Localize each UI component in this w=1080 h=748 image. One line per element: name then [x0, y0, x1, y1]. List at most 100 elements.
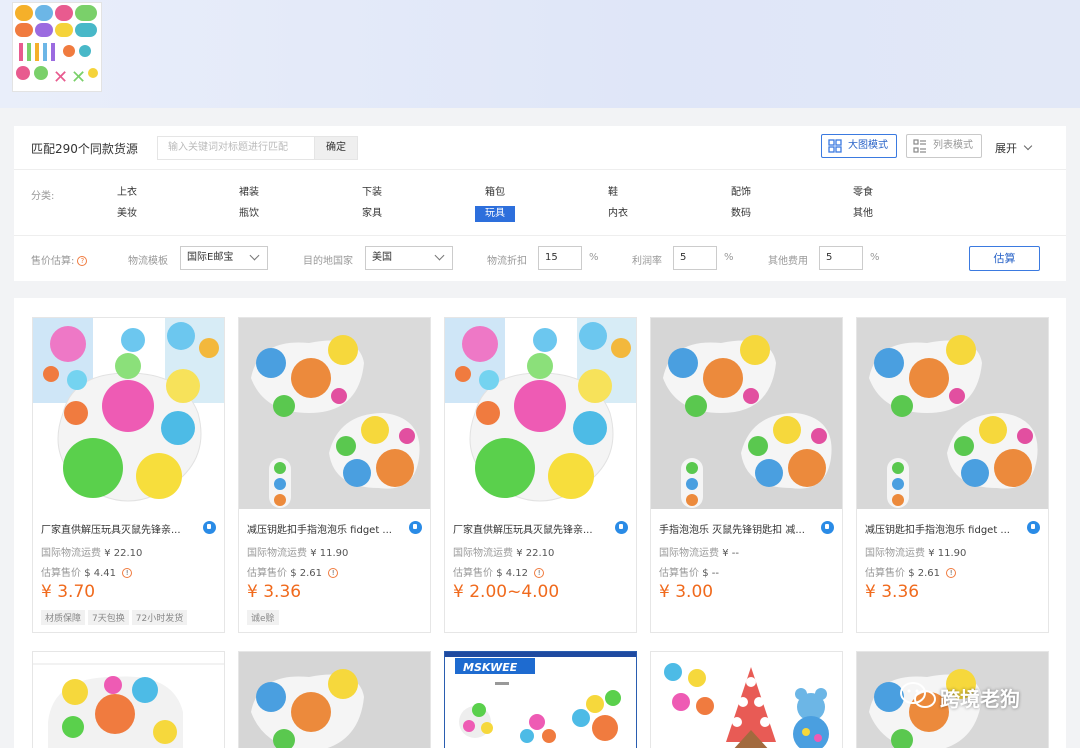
estimated-price-label: 估算售价	[247, 568, 287, 579]
category-item[interactable]: 其他	[850, 206, 876, 222]
estimated-price-label: 估算售价	[41, 568, 81, 579]
info-icon[interactable]: ?	[77, 256, 88, 266]
category-item[interactable]: 配饰	[728, 185, 754, 201]
category-item-active[interactable]: 玩具	[475, 206, 515, 222]
shipping-fee: 国际物流运费 ¥ 22.10	[453, 544, 554, 559]
product-image[interactable]	[857, 318, 1048, 509]
product-card[interactable]: 减压钥匙扣手指泡泡乐 fidget ... 国际物流运费 ¥ 11.90 估算售…	[856, 317, 1049, 633]
shipping-fee: 国际物流运费 ¥ 11.90	[247, 544, 348, 559]
svg-text:✕: ✕	[71, 67, 86, 88]
shipping-fee-label: 国际物流运费	[453, 548, 513, 559]
info-icon[interactable]: !	[534, 568, 545, 578]
shipping-fee-value: ¥ 22.10	[516, 548, 555, 559]
service-tag: 诚e赊	[247, 610, 279, 625]
expand-toggle[interactable]: 展开	[995, 140, 1033, 156]
info-icon[interactable]: !	[946, 568, 957, 578]
estimated-price-value: $ 4.12	[496, 568, 528, 579]
other-fee-percent: %	[870, 252, 880, 263]
category-item[interactable]: 零食	[850, 185, 876, 201]
category-item[interactable]: 箱包	[482, 185, 508, 201]
discount-percent: %	[589, 252, 599, 263]
product-card[interactable]: 手指泡泡乐 灭鼠先锋钥匙扣 减... 国际物流运费 ¥ -- 估算售价 $ --…	[650, 317, 843, 633]
product-price: ¥ 2.00~4.00	[453, 582, 560, 602]
confirm-button[interactable]: 确定	[314, 136, 358, 160]
estimated-price: 估算售价 $ 2.61 !	[865, 564, 957, 579]
shipping-fee: 国际物流运费 ¥ 22.10	[41, 544, 142, 559]
service-tag: 7天包换	[88, 610, 129, 625]
estimated-price: 估算售价 $ 4.41 !	[41, 564, 133, 579]
filter-panel: 匹配290个同款货源 输入关键词对标题进行匹配 确定 大图模式 列表模式 展开 …	[14, 126, 1066, 281]
estimated-price-value: $ 2.61	[290, 568, 322, 579]
info-icon[interactable]: !	[328, 568, 339, 578]
estimated-price-label: 估算售价	[659, 568, 699, 579]
product-image[interactable]	[33, 652, 225, 748]
list-mode-button[interactable]: 列表模式	[906, 134, 982, 158]
estimated-price-value: $ --	[702, 568, 719, 579]
category-label: 分类:	[31, 191, 55, 202]
shipping-fee-label: 国际物流运费	[41, 548, 101, 559]
estimate-label: 售价估算:?	[31, 252, 88, 267]
estimate-button[interactable]: 估算	[969, 246, 1040, 271]
category-item[interactable]: 家具	[359, 206, 385, 222]
watermark-text: 跨境老狗	[940, 687, 1020, 711]
logistics-template-select[interactable]: 国际E邮宝	[180, 246, 268, 270]
category-row: 分类: 上衣 裙装 下装 箱包 鞋 配饰 零食 美妆 瓶饮 家具 玩具 内衣 数…	[14, 170, 1066, 236]
product-card[interactable]: MSKWEE	[444, 651, 637, 748]
profit-input[interactable]: 5	[673, 246, 717, 270]
product-thumbnail[interactable]: ✕ ✕	[12, 2, 102, 92]
product-image[interactable]	[445, 318, 636, 509]
big-image-mode-button[interactable]: 大图模式	[821, 134, 897, 158]
category-item[interactable]: 瓶饮	[236, 206, 262, 222]
estimated-price-label: 估算售价	[453, 568, 493, 579]
wechat-icon	[900, 682, 936, 708]
brand-label: MSKWEE	[463, 661, 518, 674]
svg-text:✕: ✕	[53, 67, 68, 88]
category-item[interactable]: 下装	[359, 185, 385, 201]
product-card[interactable]	[650, 651, 843, 748]
product-card[interactable]: 减压钥匙扣手指泡泡乐 fidget ... 国际物流运费 ¥ 11.90 估算售…	[238, 317, 431, 633]
supplier-badge-icon	[821, 521, 834, 534]
product-price: ¥ 3.36	[247, 582, 302, 602]
grid-icon	[828, 139, 842, 153]
shipping-fee-label: 国际物流运费	[659, 548, 719, 559]
product-card[interactable]	[238, 651, 431, 748]
product-title[interactable]: 厂家直供解压玩具灭鼠先锋亲...	[453, 521, 603, 536]
product-price: ¥ 3.70	[41, 582, 96, 602]
category-item[interactable]: 裙装	[236, 185, 262, 201]
product-image[interactable]	[239, 652, 431, 748]
destination-select[interactable]: 美国	[365, 246, 453, 270]
category-item[interactable]: 上衣	[114, 185, 140, 201]
shipping-fee-label: 国际物流运费	[865, 548, 925, 559]
product-card[interactable]: 厂家直供解压玩具灭鼠先锋亲... 国际物流运费 ¥ 22.10 估算售价 $ 4…	[444, 317, 637, 633]
header-banner: ✕ ✕	[0, 0, 1080, 108]
supplier-badge-icon	[1027, 521, 1040, 534]
info-icon[interactable]: !	[122, 568, 133, 578]
product-title[interactable]: 减压钥匙扣手指泡泡乐 fidget ...	[247, 521, 397, 536]
product-image[interactable]	[239, 318, 430, 509]
category-item[interactable]: 内衣	[605, 206, 631, 222]
product-image[interactable]	[651, 318, 842, 509]
estimated-price-value: $ 4.41	[84, 568, 116, 579]
product-image[interactable]: MSKWEE	[445, 652, 637, 748]
keyword-input[interactable]: 输入关键词对标题进行匹配	[157, 136, 315, 160]
product-image[interactable]	[33, 318, 224, 509]
supplier-badge-icon	[203, 521, 216, 534]
product-card[interactable]	[32, 651, 225, 748]
match-row: 匹配290个同款货源 输入关键词对标题进行匹配 确定 大图模式 列表模式 展开	[14, 126, 1066, 170]
service-tags: 材质保障 7天包换 72小时发货	[41, 610, 190, 625]
category-item[interactable]: 数码	[728, 206, 754, 222]
product-title[interactable]: 减压钥匙扣手指泡泡乐 fidget ...	[865, 521, 1015, 536]
product-title[interactable]: 手指泡泡乐 灭鼠先锋钥匙扣 减...	[659, 521, 809, 536]
product-image[interactable]	[651, 652, 843, 748]
chevron-down-icon	[1023, 141, 1033, 151]
big-mode-label: 大图模式	[848, 140, 888, 151]
product-card[interactable]: 厂家直供解压玩具灭鼠先锋亲... 国际物流运费 ¥ 22.10 估算售价 $ 4…	[32, 317, 225, 633]
product-title[interactable]: 厂家直供解压玩具灭鼠先锋亲...	[41, 521, 191, 536]
other-fee-input[interactable]: 5	[819, 246, 863, 270]
category-item[interactable]: 鞋	[605, 185, 621, 201]
profit-percent: %	[724, 252, 734, 263]
profit-label: 利润率	[632, 256, 662, 267]
category-item[interactable]: 美妆	[114, 206, 140, 222]
match-count-title: 匹配290个同款货源	[31, 142, 138, 156]
discount-input[interactable]: 15	[538, 246, 582, 270]
